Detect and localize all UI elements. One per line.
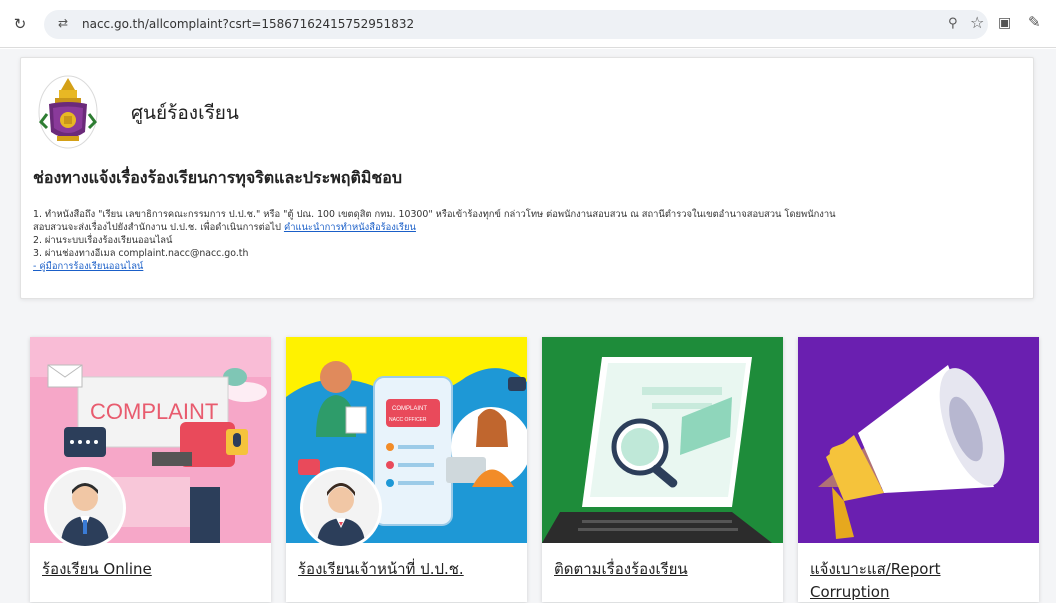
channel-line-1: 1. ทำหนังสือถึง "เรียน เลขาธิการคณะกรรมก… <box>33 209 836 220</box>
channels-text: 1. ทำหนังสือถึง "เรียน เลขาธิการคณะกรรมก… <box>33 208 1027 273</box>
extensions-icon[interactable]: ✎ <box>1028 13 1041 31</box>
officer-art-text-1: COMPLAINT <box>392 406 427 412</box>
screenshot-icon[interactable]: ▣ <box>998 15 1011 31</box>
avatar-officer <box>300 467 382 549</box>
nacc-logo <box>38 75 98 149</box>
channel-line-4: 3. ผ่านช่องทางอีเมล complaint.nacc@nacc.… <box>33 248 249 259</box>
letter-guide-link[interactable]: คำแนะนำการทำหนังสือร้องเรียน <box>284 222 416 233</box>
track-complaint-illustration <box>542 337 783 543</box>
tile-label-report-corruption-2[interactable]: Corruption <box>810 583 889 601</box>
tile-report-corruption[interactable]: แจ้งเบาะแส/Report Corruption <box>798 337 1039 602</box>
tile-complaint-online[interactable]: COMPLAINT ร้องเรียน Online <box>30 337 271 602</box>
address-bar[interactable]: ⇄ nacc.go.th/allcomplaint?csrt=158671624… <box>44 10 988 39</box>
avatar-man <box>44 467 126 549</box>
bookmark-star-icon[interactable]: ☆ <box>970 13 984 32</box>
manual-link[interactable]: - คู่มือการร้องเรียนออนไลน์ <box>33 261 143 272</box>
tile-track-complaint[interactable]: ติดตามเรื่องร้องเรียน <box>542 337 783 602</box>
browser-toolbar: ↻ ⇄ nacc.go.th/allcomplaint?csrt=1586716… <box>0 0 1056 48</box>
complaint-art-text: COMPLAINT <box>90 399 218 424</box>
officer-art-text-2: NACC OFFICER <box>389 417 427 423</box>
channel-line-3: 2. ผ่านระบบเรื่องร้องเรียนออนไลน์ <box>33 235 173 246</box>
page-content: ศูนย์ร้องเรียน ช่องทางแจ้งเรื่องร้องเรีย… <box>0 49 1056 603</box>
tile-label-complaint-officer[interactable]: ร้องเรียนเจ้าหน้าที่ ป.ป.ช. <box>298 559 464 579</box>
man-avatar-icon <box>47 470 123 546</box>
channel-line-2-text: สอบสวนจะส่งเรื่องไปยังสำนักงาน ป.ป.ช. เพ… <box>33 222 281 233</box>
megaphone-illustration <box>798 337 1039 543</box>
url-text[interactable]: nacc.go.th/allcomplaint?csrt=15867162415… <box>82 17 414 31</box>
reload-icon[interactable]: ↻ <box>10 14 30 34</box>
zoom-icon[interactable]: ⚲ <box>948 16 958 31</box>
tile-label-report-corruption[interactable]: แจ้งเบาะแส/Report <box>810 559 941 579</box>
officer-avatar-icon <box>303 470 379 546</box>
info-card: ศูนย์ร้องเรียน ช่องทางแจ้งเรื่องร้องเรีย… <box>20 57 1034 299</box>
tile-label-track-complaint[interactable]: ติดตามเรื่องร้องเรียน <box>554 559 688 579</box>
site-settings-icon[interactable]: ⇄ <box>58 16 68 30</box>
page-title: ศูนย์ร้องเรียน <box>131 102 239 124</box>
channel-line-2: สอบสวนจะส่งเรื่องไปยังสำนักงาน ป.ป.ช. เพ… <box>33 221 1027 234</box>
tile-label-complaint-online[interactable]: ร้องเรียน Online <box>42 559 152 579</box>
section-heading: ช่องทางแจ้งเรื่องร้องเรียนการทุจริตและปร… <box>33 168 403 187</box>
tile-complaint-officer[interactable]: COMPLAINT NACC OFFICER ร้องเรียนเจ้าหน้า… <box>286 337 527 602</box>
